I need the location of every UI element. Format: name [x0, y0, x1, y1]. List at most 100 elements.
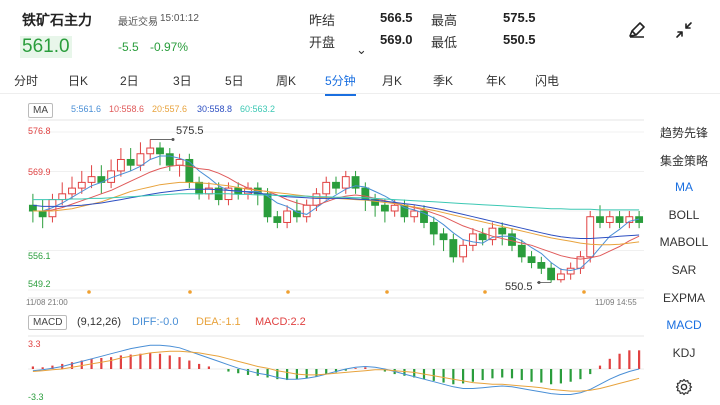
macd-value: MACD:2.2	[255, 316, 306, 328]
candle-body	[156, 147, 164, 155]
macd-ytick-bottom: -3.3	[28, 392, 44, 402]
candle-body	[439, 233, 448, 241]
candle-body	[566, 267, 575, 275]
tab-quarter-k[interactable]: 季K	[433, 72, 453, 89]
time-end: 11/09 14:55	[595, 298, 637, 307]
candle-body	[146, 147, 155, 155]
side-trend-pioneer[interactable]: 趋势先锋	[648, 124, 720, 141]
tab-flash[interactable]: 闪电	[535, 72, 559, 89]
tab-fenshi[interactable]: 分时	[14, 72, 38, 89]
tab-5-minute[interactable]: 5分钟	[325, 72, 356, 96]
candle-body	[556, 273, 565, 281]
session-marker-dot	[188, 290, 192, 294]
kline-chart[interactable]	[0, 118, 648, 310]
candle-body	[380, 204, 389, 212]
session-marker-dot	[87, 290, 91, 294]
last-trade-label: 最近交易	[118, 17, 158, 28]
candle-body	[508, 233, 516, 246]
candle-body	[488, 227, 497, 241]
candle-body	[332, 181, 340, 189]
candle-body	[537, 262, 546, 269]
tab-2-day[interactable]: 2日	[120, 72, 139, 89]
low-annotation-dot	[537, 281, 541, 285]
candle-body	[175, 158, 184, 166]
tab-3-day[interactable]: 3日	[173, 72, 192, 89]
ma20-legend: 20:557.6	[152, 104, 188, 114]
candle-body	[136, 153, 145, 166]
low-annotation: 550.5	[505, 281, 533, 293]
candle-body	[185, 158, 194, 183]
ytick-2: 569.9	[28, 167, 51, 177]
candle-body	[126, 158, 135, 166]
ytick-1: 576.8	[28, 126, 51, 136]
side-gold-strategy[interactable]: 集金策略	[648, 152, 720, 169]
macd-dea: DEA:-1.1	[196, 316, 241, 328]
side-sar[interactable]: SAR	[648, 263, 720, 277]
tab-day-k[interactable]: 日K	[68, 72, 88, 89]
indicator-side-menu: 趋势先锋 集金策略 MA BOLL MABOLL SAR EXPMA MACD …	[648, 118, 720, 368]
candle-body	[38, 210, 47, 218]
draw-pen-icon[interactable]	[627, 20, 647, 40]
candle-body	[195, 181, 204, 195]
session-marker-dot	[582, 290, 586, 294]
candle-body	[498, 227, 507, 235]
tab-year-k[interactable]: 年K	[486, 72, 506, 89]
open-value: 569.0	[380, 32, 413, 47]
side-ma[interactable]: MA	[648, 180, 720, 194]
candle-body	[517, 244, 526, 258]
candle-body	[410, 210, 419, 218]
macd-chart[interactable]	[0, 335, 648, 405]
candle-body	[547, 267, 556, 281]
macd-params: (9,12,26)	[77, 316, 122, 328]
candle-body	[116, 158, 125, 172]
period-tabs: 分时 日K 2日 3日 5日 周K 5分钟 月K 季K 年K 闪电	[0, 64, 720, 96]
tab-5-day[interactable]: 5日	[225, 72, 244, 89]
side-kdj[interactable]: KDJ	[648, 346, 720, 360]
candle-body	[302, 204, 311, 218]
candle-body	[312, 193, 321, 206]
candle-body	[429, 221, 438, 235]
instrument-title: 铁矿石主力	[22, 12, 92, 28]
collapse-fullscreen-icon[interactable]	[674, 20, 694, 40]
last-trade-time: 15:01:12	[160, 13, 199, 24]
side-maboll[interactable]: MABOLL	[648, 235, 720, 249]
side-boll[interactable]: BOLL	[648, 208, 720, 222]
open-label: 开盘	[309, 35, 336, 50]
candle-body	[77, 181, 86, 189]
ma-indicator-selector[interactable]: MA	[28, 103, 53, 118]
candle-body	[459, 244, 468, 258]
candle-body	[87, 176, 96, 183]
candle-body	[478, 233, 487, 241]
price-change: -5.5	[118, 40, 139, 54]
ytick-4: 556.1	[28, 251, 51, 261]
candle-body	[273, 216, 282, 223]
ma60-line	[32, 193, 640, 211]
ma60-legend: 60:563.2	[240, 104, 276, 114]
session-marker-dot	[385, 290, 389, 294]
expand-chevron-icon[interactable]: ⌄	[356, 42, 367, 58]
ma30-line	[32, 188, 640, 239]
high-value: 575.5	[503, 10, 536, 25]
high-annotation-dot	[171, 137, 175, 141]
side-macd[interactable]: MACD	[648, 318, 720, 332]
ma30-legend: 30:558.8	[197, 104, 233, 114]
low-label: 最低	[431, 35, 458, 50]
candle-body	[341, 176, 350, 189]
side-expma[interactable]: EXPMA	[648, 291, 720, 305]
candle-body	[400, 204, 409, 218]
candle-body	[605, 216, 614, 223]
candle-body	[390, 204, 399, 212]
candle-body	[586, 216, 595, 258]
candle-body	[68, 187, 76, 195]
prev-close-label: 昨结	[309, 13, 336, 28]
current-price: 561.0	[20, 36, 72, 58]
tab-week-k[interactable]: 周K	[276, 72, 296, 89]
macd-indicator-selector[interactable]: MACD	[28, 315, 68, 330]
tab-month-k[interactable]: 月K	[382, 72, 402, 89]
candle-body	[165, 153, 174, 166]
session-marker-dot	[286, 290, 290, 294]
settings-gear-icon[interactable]	[675, 378, 693, 396]
macd-ytick-top: 3.3	[28, 339, 41, 349]
candle-body	[615, 216, 624, 223]
low-value: 550.5	[503, 32, 536, 47]
